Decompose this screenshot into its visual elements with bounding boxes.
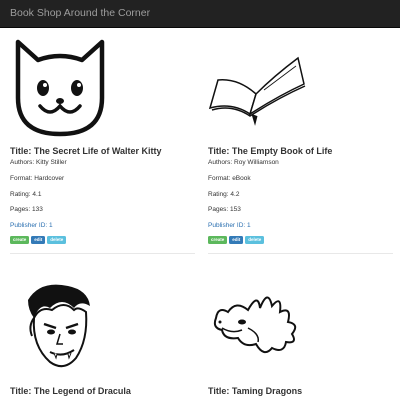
book-card: Title: Taming Dragons [208,278,393,396]
book-title: Title: The Empty Book of Life [208,146,333,156]
delete-button[interactable]: delete [245,236,265,244]
book-format: Format: eBook [208,175,251,182]
book-actions: create edit delete [208,236,265,244]
edit-button[interactable]: edit [229,236,244,244]
book-rating: Rating: 4.2 [208,191,240,198]
book-title: Title: The Legend of Dracula [10,386,131,396]
card-divider [208,253,393,254]
edit-button[interactable]: edit [31,236,46,244]
book-card: Title: The Secret Life of Walter Kitty A… [10,38,195,254]
publisher-link[interactable]: Publisher ID: 1 [208,222,251,229]
book-rating: Rating: 4.1 [10,191,42,198]
open-book-icon [208,56,306,126]
navbar-brand[interactable]: Book Shop Around the Corner [10,7,150,19]
card-divider [10,253,195,254]
book-card: Title: The Legend of Dracula [10,278,195,396]
book-actions: create edit delete [10,236,67,244]
book-format: Format: Hardcover [10,175,65,182]
cat-face-icon [15,39,105,137]
create-button[interactable]: create [10,236,30,244]
publisher-link[interactable]: Publisher ID: 1 [10,222,53,229]
book-title: Title: The Secret Life of Walter Kitty [10,146,162,156]
book-card: Title: The Empty Book of Life Authors: R… [208,38,393,254]
book-pages: Pages: 153 [208,206,241,213]
dragon-head-icon [213,296,297,354]
navbar: Book Shop Around the Corner [0,0,400,28]
dracula-face-icon [28,284,90,368]
book-authors: Authors: Kitty Stiller [10,159,67,166]
create-button[interactable]: create [208,236,228,244]
book-title: Title: Taming Dragons [208,386,303,396]
book-pages: Pages: 133 [10,206,43,213]
delete-button[interactable]: delete [47,236,67,244]
book-authors: Authors: Roy Williamson [208,159,279,166]
